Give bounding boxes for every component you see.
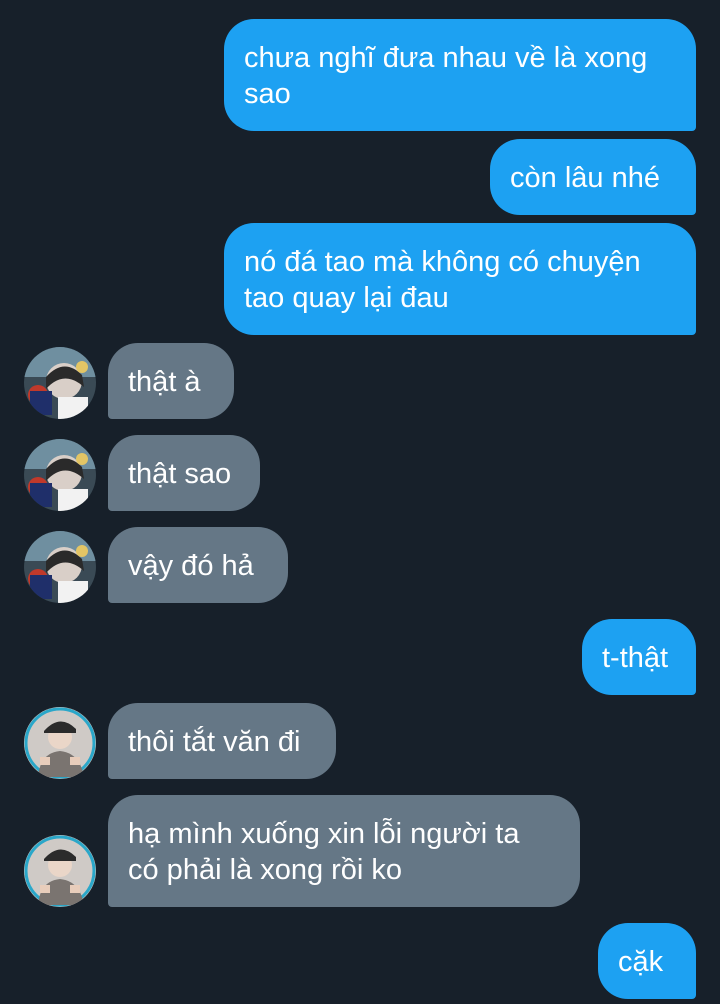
message-bubble-outgoing[interactable]: chưa nghĩ đưa nhau về là xong sao: [224, 19, 696, 131]
message-bubble-outgoing[interactable]: nó đá tao mà không có chuyện tao quay lạ…: [224, 223, 696, 335]
message-bubble-incoming[interactable]: vậy đó hả: [108, 527, 288, 603]
message-bubble-outgoing[interactable]: t-thật: [582, 619, 696, 695]
message-bubble-outgoing[interactable]: cặk: [598, 923, 696, 999]
anime-character-avatar[interactable]: [24, 531, 96, 603]
message-bubble-incoming[interactable]: thôi tắt văn đi: [108, 703, 336, 779]
anime-character-avatar[interactable]: [24, 439, 96, 511]
message-bubble-incoming[interactable]: hạ mình xuống xin lỗi người ta có phải l…: [108, 795, 580, 907]
message-bubble-outgoing[interactable]: còn lâu nhé: [490, 139, 696, 215]
message-bubble-incoming[interactable]: thật à: [108, 343, 234, 419]
person-in-cap-avatar[interactable]: [24, 835, 96, 907]
anime-character-avatar[interactable]: [24, 347, 96, 419]
message-bubble-incoming[interactable]: thật sao: [108, 435, 260, 511]
person-in-cap-avatar[interactable]: [24, 707, 96, 779]
